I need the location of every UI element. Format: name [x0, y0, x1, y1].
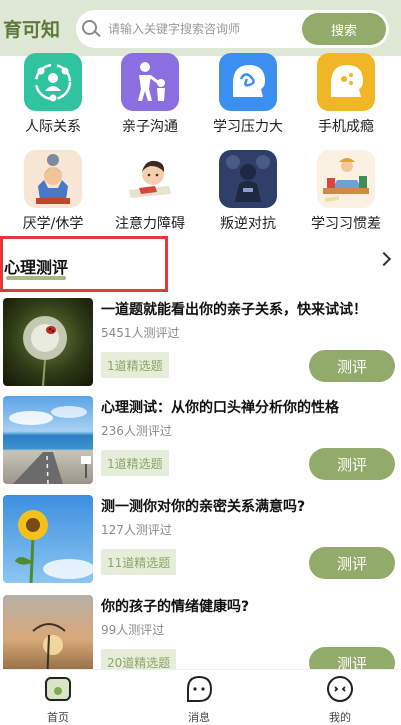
card-title: 心理测试：从你的口头禅分析你的性格	[101, 400, 339, 416]
card-participant-count: 236人测评过	[101, 424, 172, 438]
category-phone-addiction[interactable]: 手机成瘾	[298, 53, 394, 136]
search-icon	[80, 18, 102, 40]
title-underline	[6, 276, 66, 280]
category-poor-study-habits[interactable]: 学习习惯差	[298, 150, 394, 233]
assessment-card[interactable]: 一道题就能看出你的亲子关系，快来试试！ 5451人测评过 1道精选题 测评	[3, 296, 398, 388]
tab-profile[interactable]: 我的	[300, 674, 380, 725]
card-thumbnail	[3, 396, 93, 484]
tab-home[interactable]: 首页	[18, 674, 98, 725]
category-label: 学习压力大	[213, 119, 283, 135]
search-bar[interactable]: 搜索	[76, 10, 389, 48]
card-question-tag: 1道精选题	[101, 352, 169, 378]
chevron-right-icon[interactable]	[376, 251, 392, 267]
card-question-tag: 11道精选题	[101, 549, 177, 575]
top-header: 育可知 搜索	[0, 0, 401, 56]
section-header[interactable]: 心理测评	[0, 236, 401, 292]
start-assessment-button[interactable]: 测评	[309, 350, 395, 382]
brand-logo-text: 育可知	[3, 18, 61, 41]
assessment-card[interactable]: 心理测试：从你的口头禅分析你的性格 236人测评过 1道精选题 测评	[3, 394, 398, 486]
home-icon	[43, 674, 73, 704]
card-question-tag: 1道精选题	[101, 450, 169, 476]
messy-desk-icon	[317, 150, 375, 208]
profile-icon	[325, 674, 355, 704]
stressed-head-icon	[219, 53, 277, 111]
frustrated-student-icon	[24, 150, 82, 208]
rebellious-teen-icon	[219, 150, 277, 208]
tab-messages[interactable]: 消息	[159, 674, 239, 725]
card-participant-count: 127人测评过	[101, 523, 172, 537]
category-interpersonal[interactable]: 人际关系	[5, 53, 101, 136]
card-title: 一道题就能看出你的亲子关系，快来试试！	[101, 302, 367, 318]
start-assessment-button[interactable]: 测评	[309, 448, 395, 480]
category-label: 注意力障碍	[115, 216, 185, 232]
assessment-card[interactable]: 测一测你对你的亲密关系满意吗? 127人测评过 11道精选题 测评	[3, 493, 398, 585]
card-participant-count: 5451人测评过	[101, 326, 180, 340]
category-label: 手机成瘾	[318, 119, 374, 135]
category-study-pressure[interactable]: 学习压力大	[200, 53, 296, 136]
category-label: 叛逆对抗	[220, 216, 276, 232]
category-parent-child[interactable]: 亲子沟通	[102, 53, 198, 136]
category-label: 学习习惯差	[311, 216, 381, 232]
card-title: 你的孩子的情绪健康吗?	[101, 599, 250, 615]
message-icon	[184, 674, 214, 704]
category-school-refusal[interactable]: 厌学/休学	[5, 150, 101, 233]
search-input[interactable]	[108, 22, 288, 36]
distracted-child-icon	[121, 150, 179, 208]
card-thumbnail	[3, 298, 93, 386]
card-title: 测一测你对你的亲密关系满意吗?	[101, 499, 306, 515]
search-button[interactable]: 搜索	[302, 13, 386, 45]
category-rebellion[interactable]: 叛逆对抗	[200, 150, 296, 233]
section-title: 心理测评	[4, 258, 69, 277]
people-network-icon	[24, 53, 82, 111]
category-attention-disorder[interactable]: 注意力障碍	[102, 150, 198, 233]
start-assessment-button[interactable]: 测评	[309, 547, 395, 579]
phone-addiction-icon	[317, 53, 375, 111]
card-thumbnail	[3, 495, 93, 583]
category-label: 亲子沟通	[122, 119, 178, 135]
bottom-tab-bar: 首页 消息 我的	[0, 669, 401, 725]
card-participant-count: 99人测评过	[101, 623, 165, 637]
category-label: 人际关系	[25, 119, 81, 135]
parent-child-icon	[121, 53, 179, 111]
category-label: 厌学/休学	[22, 216, 84, 232]
